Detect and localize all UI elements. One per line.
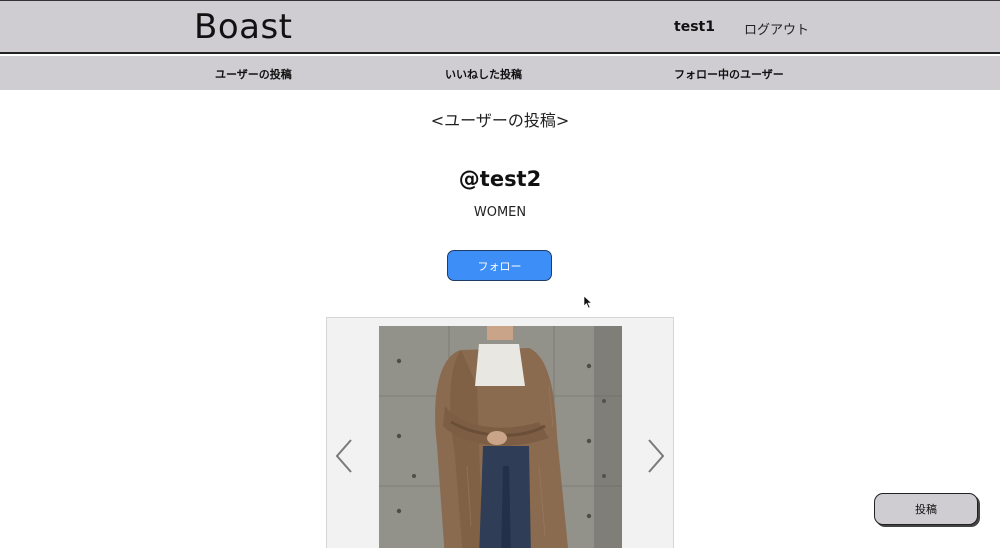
profile-username: @test2 xyxy=(458,167,542,191)
photo-image xyxy=(379,326,622,548)
new-post-button[interactable]: 投稿 xyxy=(874,493,978,525)
site-header: Boast test1 ログアウト xyxy=(0,0,1000,54)
site-logo[interactable]: Boast xyxy=(194,7,293,47)
carousel-next-button[interactable] xyxy=(645,438,667,474)
section-title: <ユーザーの投稿> xyxy=(430,111,570,130)
nav-user-posts[interactable]: ユーザーの投稿 xyxy=(215,66,292,82)
logout-link[interactable]: ログアウト xyxy=(744,19,809,38)
post-carousel xyxy=(326,317,674,548)
mouse-cursor-icon xyxy=(583,295,593,309)
current-user-link[interactable]: test1 xyxy=(674,19,715,35)
profile-category: WOMEN xyxy=(473,205,527,220)
nav-liked-posts[interactable]: いいねした投稿 xyxy=(445,66,522,82)
main-nav: ユーザーの投稿 いいねした投稿 フォロー中のユーザー xyxy=(0,56,1000,90)
page: Boast test1 ログアウト ユーザーの投稿 いいねした投稿 フォロー中の… xyxy=(0,0,1000,548)
nav-following-users[interactable]: フォロー中のユーザー xyxy=(674,66,784,82)
post-photo[interactable] xyxy=(379,326,622,548)
carousel-prev-button[interactable] xyxy=(333,438,355,474)
follow-button[interactable]: フォロー xyxy=(447,250,552,281)
